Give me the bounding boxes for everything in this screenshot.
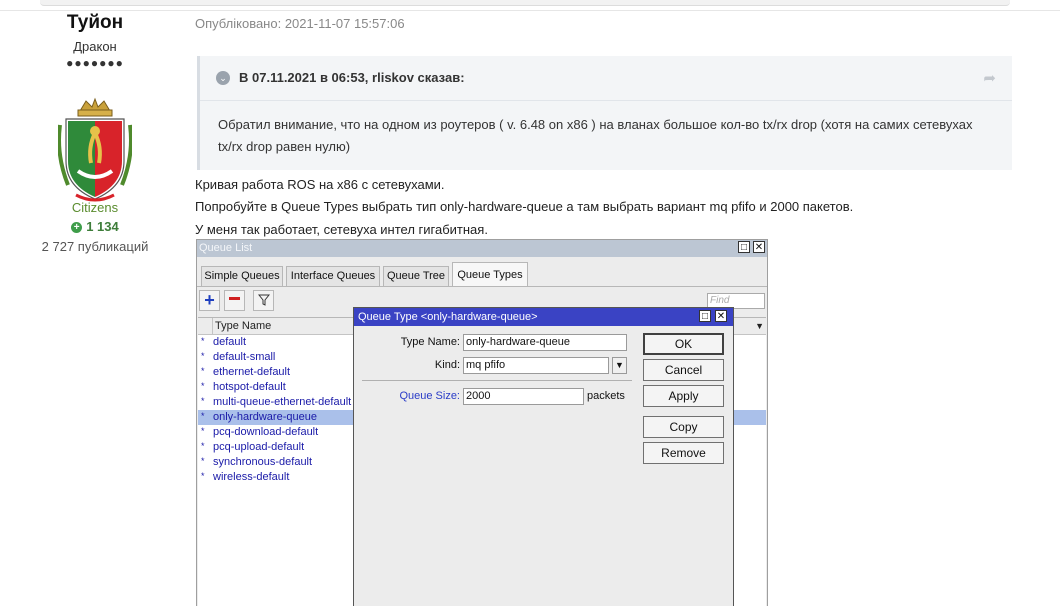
remove-button[interactable]: Remove bbox=[643, 442, 724, 464]
row-name: default bbox=[213, 336, 247, 348]
post-text-line: Кривая работа ROS на x86 с сетевухами. bbox=[195, 177, 445, 192]
row-name: pcq-upload-default bbox=[213, 441, 305, 453]
row-name: hotspot-default bbox=[213, 381, 286, 393]
copy-button[interactable]: Copy bbox=[643, 416, 724, 438]
row-name: only-hardware-queue bbox=[213, 411, 317, 423]
row-name: ethernet-default bbox=[213, 366, 291, 378]
row-name: wireless-default bbox=[213, 471, 290, 483]
kind-label: Kind: bbox=[434, 359, 460, 371]
post-text-line: Попробуйте в Queue Types выбрать тип onl… bbox=[195, 199, 854, 214]
filter-icon[interactable] bbox=[253, 290, 274, 311]
close-icon[interactable]: ✕ bbox=[715, 310, 727, 322]
tab-queue-types[interactable]: Queue Types bbox=[452, 262, 528, 287]
quote-header: ⌄ В 07.11.2021 в 06:53, rliskov сказав: … bbox=[200, 56, 1012, 101]
queue-type-dialog: Queue Type <only-hardware-queue> □ ✕ Typ… bbox=[353, 307, 734, 606]
dialog-title-bar[interactable]: Queue Type <only-hardware-queue> bbox=[354, 308, 733, 326]
post-count: 2 727 публикаций bbox=[41, 239, 149, 254]
quote-block: ⌄ В 07.11.2021 в 06:53, rliskov сказав: … bbox=[197, 56, 1012, 170]
rank-dots: ●●●●●●● bbox=[66, 56, 124, 70]
row-name: default-small bbox=[213, 351, 276, 363]
maximize-icon[interactable]: □ bbox=[738, 241, 750, 253]
queue-size-unit: packets bbox=[587, 390, 625, 402]
dropdown-arrow-icon[interactable]: ▼ bbox=[612, 357, 627, 374]
queue-size-label: Queue Size: bbox=[399, 390, 460, 402]
default-flag-icon: * bbox=[201, 381, 205, 391]
quote-author[interactable]: В 07.11.2021 в 06:53, rliskov сказав: bbox=[239, 70, 465, 85]
window-title-bar[interactable]: Queue List bbox=[197, 240, 767, 257]
avatar[interactable] bbox=[58, 95, 132, 205]
remove-icon[interactable] bbox=[224, 290, 245, 311]
chevron-down-icon[interactable]: ⌄ bbox=[216, 71, 230, 85]
post-date[interactable]: Опубліковано: 2021-11-07 15:57:06 bbox=[195, 16, 405, 31]
author-group: Citizens bbox=[71, 200, 119, 215]
column-type-name[interactable]: Type Name bbox=[212, 318, 271, 334]
dialog-title: Queue Type <only-hardware-queue> bbox=[358, 311, 538, 323]
apply-button[interactable]: Apply bbox=[643, 385, 724, 407]
tab-simple-queues[interactable]: Simple Queues bbox=[201, 266, 283, 286]
default-flag-icon: * bbox=[201, 441, 205, 451]
author-name[interactable]: Туйон bbox=[0, 12, 190, 34]
post-text-line: У меня так работает, сетевуха интел гига… bbox=[195, 222, 488, 237]
default-flag-icon: * bbox=[201, 456, 205, 466]
reputation-value: 1 134 bbox=[86, 219, 119, 234]
tab-divider bbox=[197, 286, 767, 287]
type-name-label: Type Name: bbox=[400, 336, 460, 348]
maximize-icon[interactable]: □ bbox=[699, 310, 711, 322]
plus-icon: + bbox=[71, 222, 83, 233]
share-arrow-icon[interactable]: ➦ bbox=[983, 69, 996, 87]
quote-text: Обратил внимание, что на одном из роутер… bbox=[218, 117, 973, 154]
default-flag-icon: * bbox=[201, 336, 205, 346]
add-icon[interactable]: + bbox=[199, 290, 220, 311]
default-flag-icon: * bbox=[201, 396, 205, 406]
browser-top-strip bbox=[0, 0, 1060, 11]
row-name: synchronous-default bbox=[213, 456, 313, 468]
queue-size-field[interactable]: 2000 bbox=[463, 388, 584, 405]
column-menu-icon[interactable]: ▼ bbox=[755, 318, 764, 334]
close-icon[interactable]: ✕ bbox=[753, 241, 765, 253]
window-title: Queue List bbox=[199, 242, 253, 254]
cancel-button[interactable]: Cancel bbox=[643, 359, 724, 381]
author-title: Дракон bbox=[73, 39, 117, 54]
ok-button[interactable]: OK bbox=[643, 333, 724, 355]
reputation: +1 134 bbox=[0, 219, 190, 234]
page-header-bar bbox=[40, 0, 1010, 6]
default-flag-icon: * bbox=[201, 351, 205, 361]
row-name: multi-queue-ethernet-default bbox=[213, 396, 352, 408]
default-flag-icon: * bbox=[201, 411, 205, 421]
default-flag-icon: * bbox=[201, 471, 205, 481]
kind-select[interactable]: mq pfifo bbox=[463, 357, 609, 374]
type-name-field[interactable]: only-hardware-queue bbox=[463, 334, 627, 351]
row-name: pcq-download-default bbox=[213, 426, 319, 438]
default-flag-icon: * bbox=[201, 426, 205, 436]
default-flag-icon: * bbox=[201, 366, 205, 376]
tab-interface-queues[interactable]: Interface Queues bbox=[286, 266, 380, 286]
form-divider bbox=[362, 380, 632, 381]
tab-queue-tree[interactable]: Queue Tree bbox=[383, 266, 449, 286]
